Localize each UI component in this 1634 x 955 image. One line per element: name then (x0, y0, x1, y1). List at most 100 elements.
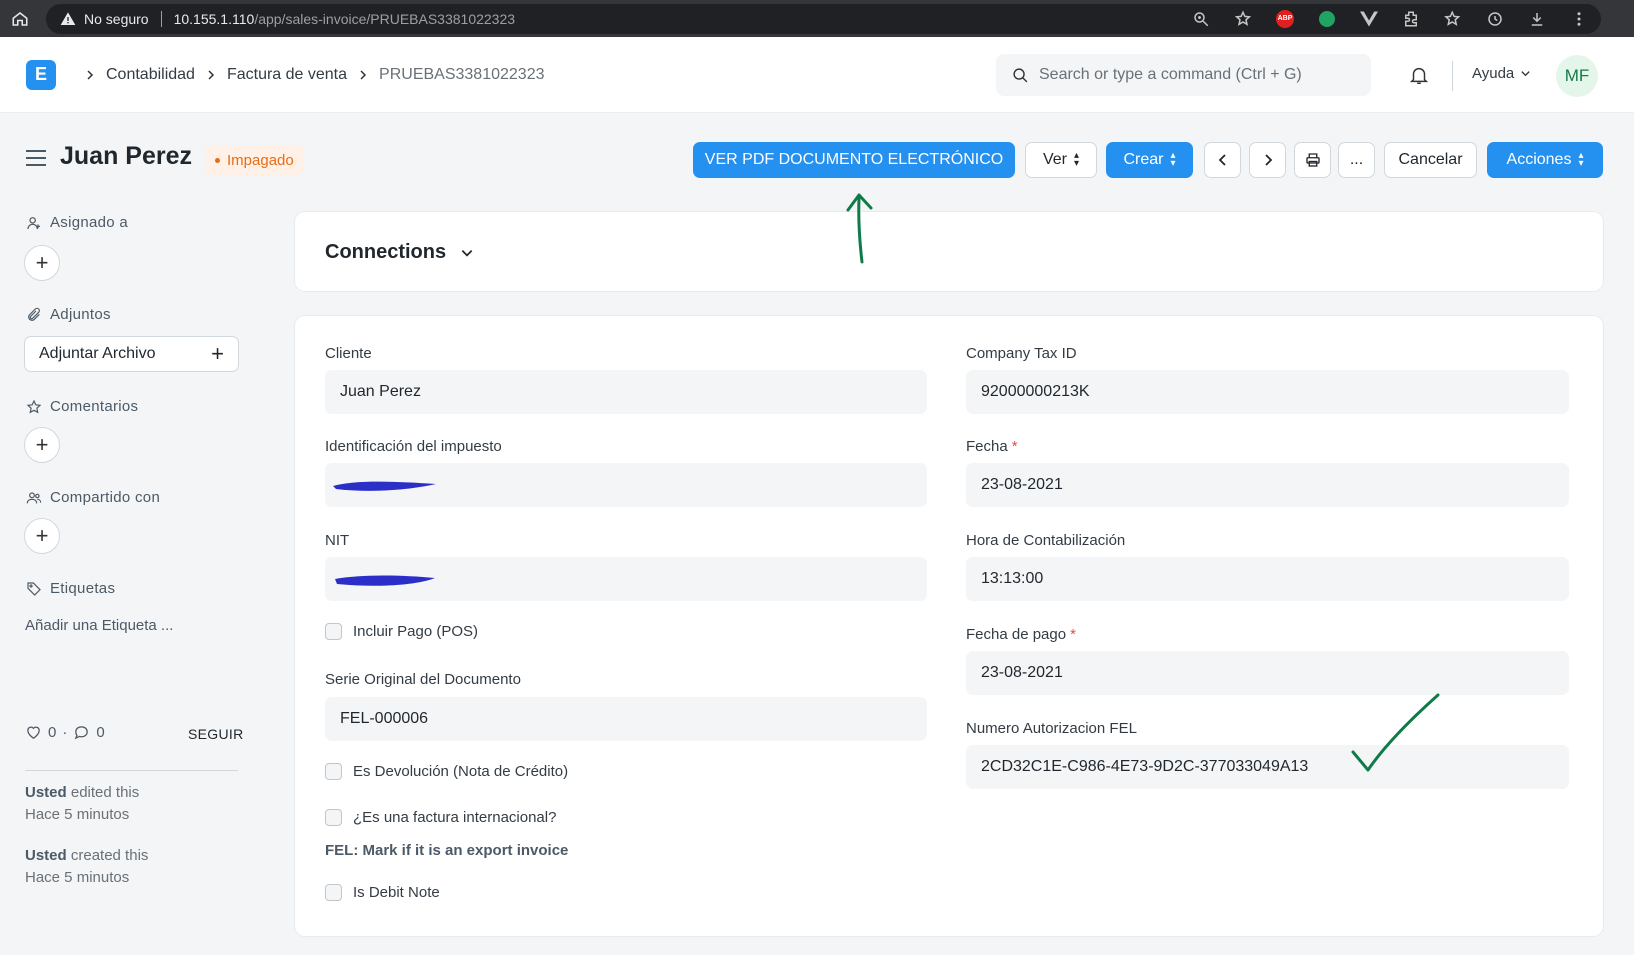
follow-button[interactable]: SEGUIR (188, 726, 243, 742)
tax-id-field[interactable] (325, 463, 927, 507)
connections-toggle[interactable]: Connections (325, 241, 474, 264)
zoom-icon[interactable] (1191, 9, 1211, 29)
actions-label: Acciones (1506, 151, 1572, 168)
serie-field[interactable]: FEL-000006 (325, 697, 927, 741)
add-share-button[interactable]: + (24, 518, 60, 554)
checkbox-box[interactable] (325, 809, 342, 826)
app-logo[interactable]: E (26, 59, 56, 90)
status-text: Impagado (227, 151, 294, 169)
url-path: /app/sales-invoice/PRUEBAS3381022323 (254, 10, 516, 27)
address-bar[interactable]: No seguro 10.155.1.110/app/sales-invoice… (46, 3, 1601, 34)
more-options-button[interactable]: ... (1338, 142, 1375, 178)
paperclip-icon (28, 307, 40, 321)
add-assignee-button[interactable]: + (24, 245, 60, 281)
vuejs-icon[interactable] (1359, 9, 1379, 29)
cancel-button[interactable]: Cancelar (1384, 142, 1477, 178)
activity-item: Usted created this Hace 5 minutos (25, 845, 148, 889)
browser-toolbar: No seguro 10.155.1.110/app/sales-invoice… (0, 0, 1634, 37)
actions-dropdown-button[interactable]: Acciones ▴ ▾ (1487, 142, 1603, 178)
star-settings-icon[interactable] (1233, 9, 1253, 29)
search-icon (1013, 67, 1028, 82)
devolucion-checkbox-label: Es Devolución (Nota de Crédito) (353, 763, 569, 780)
shared-text: Compartido con (50, 489, 161, 506)
add-tag-link[interactable]: Añadir una Etiqueta ... (25, 617, 173, 634)
breadcrumb-factura-de-venta[interactable]: Factura de venta (227, 66, 347, 84)
favorites-icon[interactable] (1443, 9, 1463, 29)
browser-extension-icons: ABP (1191, 9, 1601, 29)
view-dropdown-button[interactable]: Ver ▴ ▾ (1025, 142, 1097, 178)
checkbox-box[interactable] (325, 884, 342, 901)
page-title: Juan Perez (60, 142, 193, 170)
next-doc-button[interactable] (1249, 142, 1286, 178)
fel-auth-field[interactable]: 2CD32C1E-C986-4E73-9D2C-377033049A13 (966, 745, 1569, 789)
activity-user[interactable]: Usted (25, 784, 67, 801)
sidebar-toggle-icon[interactable] (26, 150, 46, 166)
connections-card (295, 212, 1603, 291)
warning-icon (60, 11, 76, 25)
breadcrumb: Contabilidad Factura de venta PRUEBAS338… (74, 66, 544, 84)
fecha-label: Fecha * (966, 438, 1018, 455)
serie-label: Serie Original del Documento (325, 671, 521, 688)
activity-action: edited this (70, 784, 140, 801)
sidebar-comments-label: Comentarios (26, 398, 138, 415)
sidebar-tags-label: Etiquetas (26, 580, 115, 597)
chevron-right-icon (205, 69, 217, 81)
previous-doc-button[interactable] (1204, 142, 1241, 178)
print-button[interactable] (1294, 142, 1331, 178)
activity-action: created this (70, 847, 149, 864)
extensions-icon[interactable] (1401, 9, 1421, 29)
comments-text: Comentarios (50, 398, 139, 415)
breadcrumb-contabilidad[interactable]: Contabilidad (106, 66, 195, 84)
checkbox-box[interactable] (325, 763, 342, 780)
shield-icon[interactable] (1317, 9, 1337, 29)
pos-checkbox[interactable]: Incluir Pago (POS) (325, 623, 478, 640)
sort-arrows-icon: ▴ ▾ (1578, 150, 1584, 169)
create-dropdown-button[interactable]: Crear ▴ ▾ (1106, 142, 1193, 178)
heart-icon[interactable] (25, 724, 42, 741)
printer-icon (1305, 153, 1320, 167)
notification-bell-icon[interactable] (1408, 64, 1430, 86)
debit-note-checkbox[interactable]: Is Debit Note (325, 884, 440, 901)
help-dropdown[interactable]: Ayuda (1472, 65, 1531, 82)
browser-menu-icon[interactable] (1569, 9, 1589, 29)
attach-file-button[interactable]: Adjuntar Archivo + (24, 336, 239, 372)
company-tax-label: Company Tax ID (966, 345, 1077, 362)
company-tax-field[interactable]: 92000000213K (966, 370, 1569, 414)
hora-field[interactable]: 13:13:00 (966, 557, 1569, 601)
annotation-arrow (846, 193, 873, 264)
cliente-field[interactable]: Juan Perez (325, 370, 927, 414)
address-separator (160, 10, 162, 27)
breadcrumb-current-doc[interactable]: PRUEBAS3381022323 (379, 66, 544, 84)
devolucion-checkbox[interactable]: Es Devolución (Nota de Crédito) (325, 763, 568, 780)
chevron-down-icon (1521, 71, 1530, 77)
internacional-checkbox[interactable]: ¿Es una factura internacional? (325, 809, 556, 826)
sidebar-attachments-label: Adjuntos (26, 306, 111, 323)
like-comment-counts: 0 · 0 (25, 724, 105, 741)
redaction-mark (335, 575, 435, 586)
sidebar-assigned-label: Asignado a (26, 214, 128, 231)
activity-item: Usted edited this Hace 5 minutos (25, 782, 139, 826)
search-input[interactable]: Search or type a command (Ctrl + G) (996, 54, 1371, 96)
add-comment-button[interactable]: + (24, 427, 60, 463)
security-label: No seguro (84, 10, 149, 27)
fecha-label-text: Fecha (966, 438, 1008, 455)
activity-user[interactable]: Usted (25, 847, 67, 864)
comment-bubble-icon (75, 726, 89, 740)
create-label: Crear (1123, 151, 1164, 168)
sort-arrows-icon: ▴ ▾ (1170, 150, 1176, 169)
fecha-field[interactable]: 23-08-2021 (966, 463, 1569, 507)
checkbox-box[interactable] (325, 623, 342, 640)
fel-help-text: FEL: Mark if it is an export invoice (325, 842, 569, 859)
nit-field[interactable] (325, 557, 927, 601)
view-pdf-button[interactable]: VER PDF DOCUMENTO ELECTRÓNICO (693, 142, 1015, 178)
status-badge: Impagado (205, 145, 304, 175)
download-icon[interactable] (1527, 9, 1547, 29)
app-navbar: E Contabilidad Factura de venta PRUEBAS3… (0, 37, 1634, 113)
history-icon[interactable] (1485, 9, 1505, 29)
home-icon[interactable] (10, 9, 30, 29)
url-host: 10.155.1.110 (173, 10, 255, 27)
avatar[interactable]: MF (1556, 55, 1598, 97)
adblock-icon[interactable]: ABP (1275, 9, 1295, 29)
fecha-pago-field[interactable]: 23-08-2021 (966, 651, 1569, 695)
chevron-down-icon (461, 249, 473, 257)
